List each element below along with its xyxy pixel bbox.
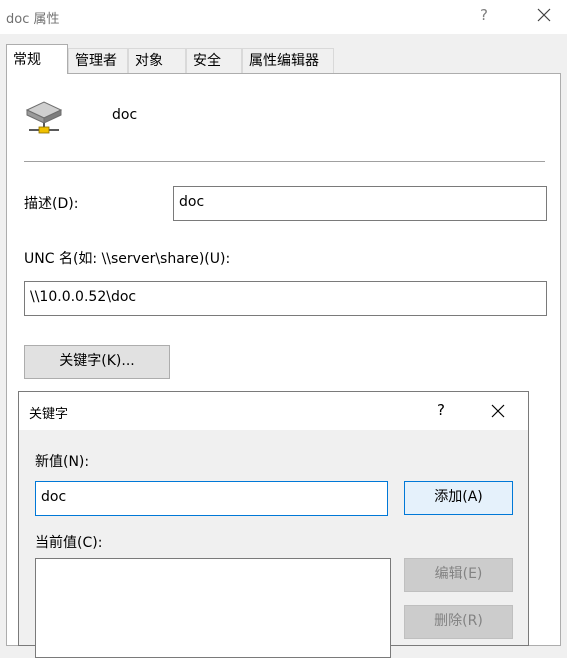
current-values-list[interactable]	[35, 558, 391, 658]
help-button[interactable]: ?	[480, 6, 488, 24]
tab-general[interactable]: 常规	[6, 44, 68, 74]
share-name: doc	[112, 107, 138, 123]
description-label: 描述(D):	[24, 196, 79, 212]
current-values-label: 当前值(C):	[35, 535, 103, 551]
keywords-dialog: 关键字 ? 新值(N): doc 添加(A) 当前值(C): 编辑(E) 删除(…	[18, 391, 529, 658]
shared-folder-icon	[25, 101, 63, 134]
dialog-help-button[interactable]: ?	[437, 401, 445, 419]
window-title: doc 属性	[6, 12, 60, 27]
close-icon[interactable]	[536, 7, 552, 23]
tab-strip: 常规 管理者 对象 安全 属性编辑器	[0, 44, 567, 74]
dialog-title: 关键字	[29, 407, 69, 422]
tab-security[interactable]: 安全	[186, 48, 242, 73]
tab-object[interactable]: 对象	[128, 48, 186, 73]
edit-button[interactable]: 编辑(E)	[404, 558, 513, 592]
remove-button[interactable]: 删除(R)	[404, 605, 513, 639]
unc-field[interactable]: \\10.0.0.52\doc	[24, 281, 547, 316]
description-field[interactable]: doc	[173, 186, 547, 221]
close-icon[interactable]	[491, 404, 505, 418]
unc-label: UNC 名(如: \\server\share)(U):	[24, 251, 231, 267]
tab-attribute-editor[interactable]: 属性编辑器	[242, 48, 334, 73]
separator	[24, 161, 545, 162]
keywords-button[interactable]: 关键字(K)...	[24, 345, 170, 379]
window-titlebar: doc 属性 ?	[0, 0, 567, 34]
add-button[interactable]: 添加(A)	[404, 481, 513, 515]
tab-managed-by[interactable]: 管理者	[68, 48, 128, 73]
dialog-titlebar: 关键字 ?	[19, 392, 528, 430]
new-value-label: 新值(N):	[35, 454, 90, 470]
new-value-input[interactable]: doc	[35, 481, 388, 516]
